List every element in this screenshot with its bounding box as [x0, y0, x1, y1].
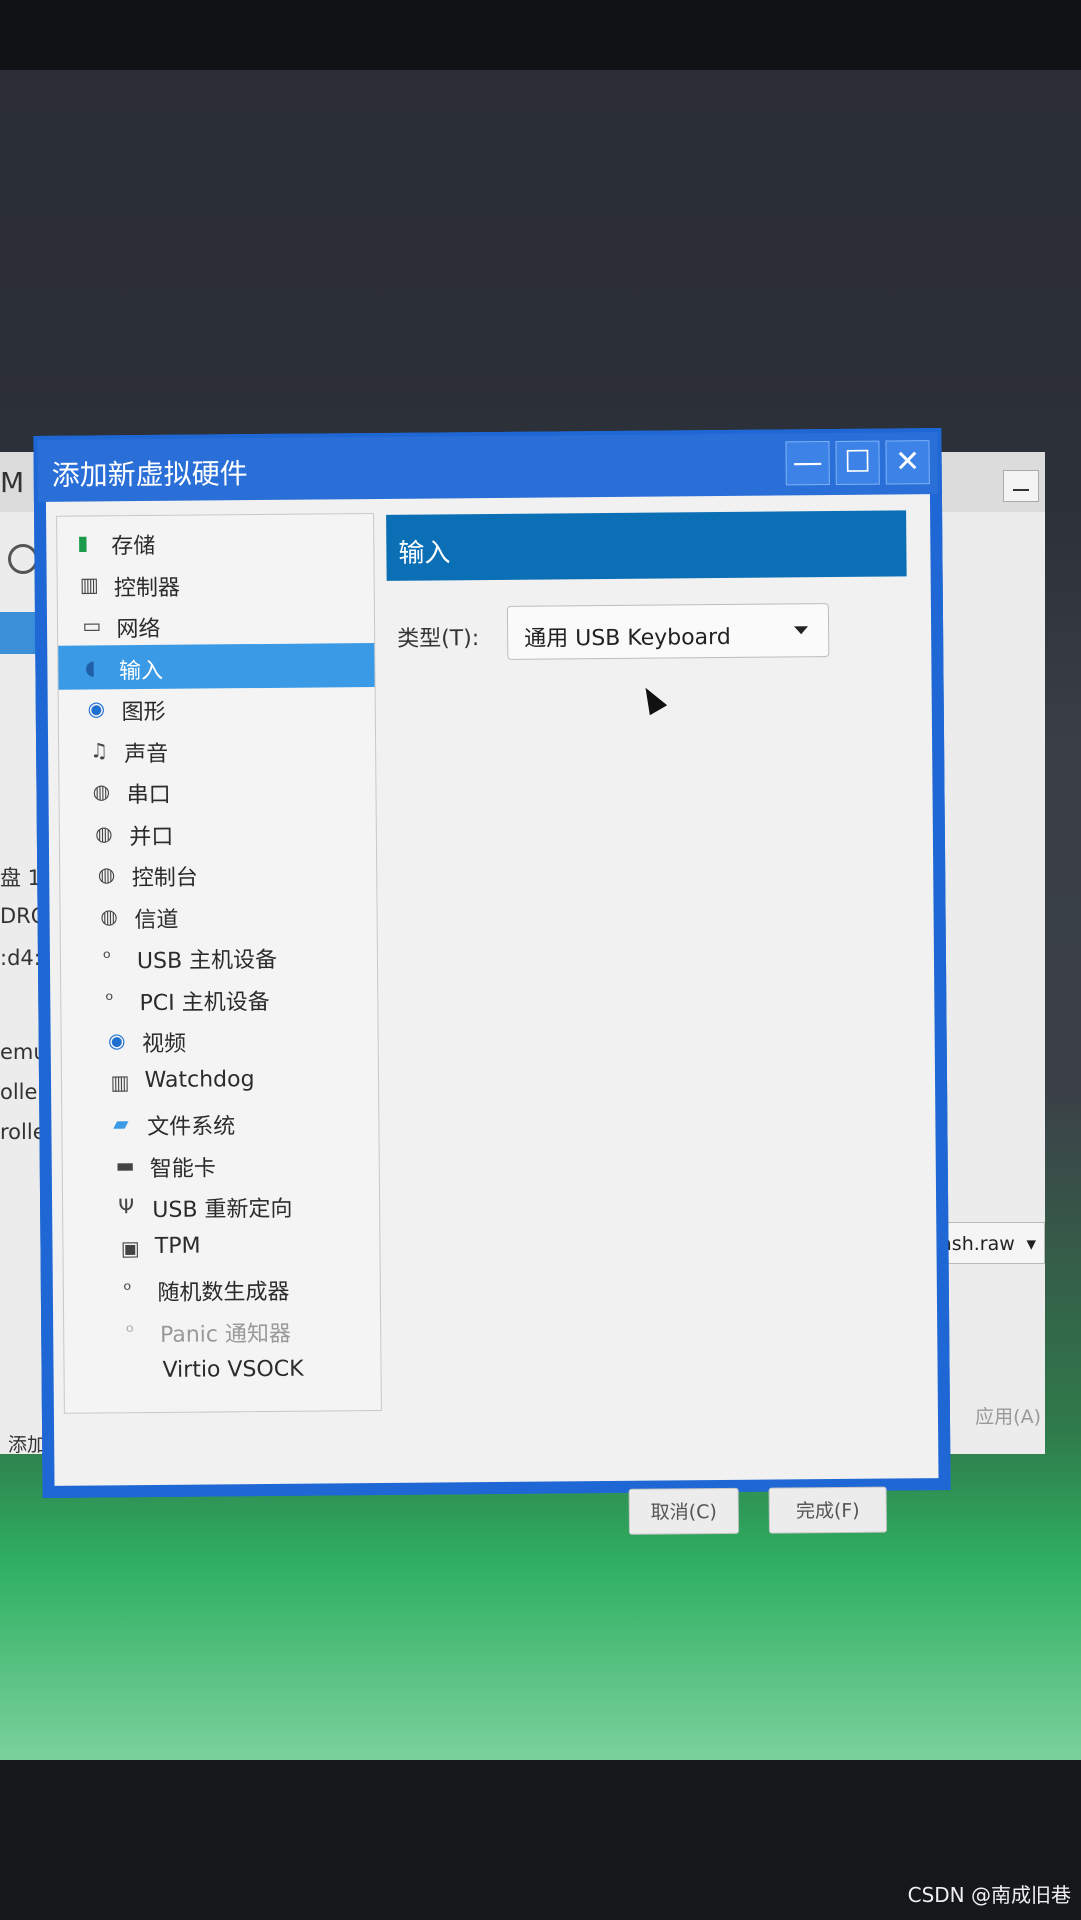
maximize-icon: ☐: [844, 444, 872, 480]
vsock-icon: [128, 1361, 150, 1383]
sidebar-item-usb-host[interactable]: ᵒ USB 主机设备: [61, 933, 377, 980]
cancel-button[interactable]: 取消(C): [628, 1487, 739, 1535]
tpm-icon: ▣: [120, 1235, 140, 1260]
sidebar-item-panic[interactable]: ᵒ Panic 通知器: [64, 1306, 380, 1353]
sidebar-item-label: 输入: [118, 658, 164, 684]
close-button[interactable]: ✕: [885, 440, 930, 485]
sidebar-item-label: USB 重新定向: [152, 1196, 293, 1223]
console-icon: ◍: [97, 862, 116, 887]
controller-icon: ▥: [79, 571, 99, 597]
sidebar-item-label: 并口: [129, 824, 174, 850]
sidebar-item-folder[interactable]: ▰ 文件系统: [62, 1099, 378, 1146]
sidebar-item-label: 控制器: [113, 575, 181, 601]
pci-host-icon: ᵒ: [105, 986, 114, 1011]
sidebar-item-watchdog[interactable]: ▥ Watchdog: [62, 1058, 378, 1105]
sidebar-item-label: 随机数生成器: [157, 1279, 290, 1306]
rng-icon: ᵒ: [123, 1277, 132, 1302]
sidebar-item-mouse[interactable]: ◖ 输入: [58, 642, 375, 690]
sidebar-item-video[interactable]: ◉ 视频: [61, 1016, 377, 1063]
sound-icon: ♫: [90, 737, 109, 762]
sidebar-item-label: 控制台: [131, 865, 198, 892]
mouse-icon: ◖: [84, 654, 96, 680]
sidebar-item-label: 网络: [116, 616, 161, 643]
sidebar-item-label: TPM: [154, 1233, 201, 1259]
sidebar-item-label: Virtio VSOCK: [162, 1356, 304, 1383]
sidebar-item-label: 串口: [126, 782, 171, 809]
display-icon: ◉: [87, 696, 106, 721]
watermark: CSDN @南成旧巷: [907, 1883, 1071, 1907]
sidebar-item-label: 文件系统: [147, 1114, 236, 1141]
panic-icon: ᵒ: [125, 1318, 135, 1343]
sidebar-item-sound[interactable]: ♫ 声音: [59, 726, 375, 773]
network-icon: ▭: [82, 613, 102, 638]
input-type-value: 通用 USB Keyboard: [524, 624, 731, 652]
sidebar-item-label: 声音: [124, 741, 169, 767]
sidebar-item-label: 智能卡: [149, 1155, 216, 1182]
sidebar-item-label: Watchdog: [144, 1066, 255, 1093]
minimize-button[interactable]: —: [785, 441, 830, 486]
parallel-icon: ◍: [95, 820, 113, 845]
sidebar-item-usb-redirect[interactable]: Ψ USB 重新定向: [63, 1182, 379, 1229]
panel-header: 输入: [386, 510, 907, 581]
sidebar-item-label: 图形: [121, 699, 166, 726]
sidebar-item-label: 视频: [141, 1031, 187, 1058]
sidebar-item-tpm[interactable]: ▣ TPM: [63, 1223, 379, 1270]
sidebar-item-channel[interactable]: ◍ 信道: [60, 892, 376, 939]
sidebar-item-label: 信道: [134, 907, 179, 933]
background-title: M: [0, 466, 25, 499]
type-label: 类型(T):: [397, 626, 480, 652]
sidebar-item-vsock[interactable]: Virtio VSOCK: [64, 1348, 380, 1395]
sidebar-item-label: PCI 主机设备: [139, 989, 270, 1016]
sidebar-item-serial[interactable]: ◍ 串口: [59, 767, 375, 814]
sidebar-item-pci-host[interactable]: ᵒ PCI 主机设备: [61, 975, 377, 1022]
sidebar-item-parallel[interactable]: ◍ 并口: [60, 809, 376, 856]
input-type-select[interactable]: 通用 USB Keyboard: [506, 603, 830, 660]
chevron-down-icon: [794, 626, 809, 635]
sidebar-item-controller[interactable]: ▥ 控制器: [57, 560, 373, 607]
sidebar-item-console[interactable]: ◍ 控制台: [60, 850, 376, 897]
hardware-type-list: ▮ 存储 ▥ 控制器 ▭ 网络 ◖ 输入 ◉ 图形 ♫ 声音 ◍ 串口 ◍ 并口 ◍ 控制台 ◍ 信道 ᵒ USB 主机设…: [56, 513, 382, 1414]
background-list-item[interactable]: 盘 1: [0, 862, 41, 892]
dialog-body: ▮ 存储 ▥ 控制器 ▭ 网络 ◖ 输入 ◉ 图形 ♫ 声音 ◍ 串口 ◍ 并口 ◍ 控制台 ◍ 信道 ᵒ USB 主机设…: [45, 494, 939, 1535]
folder-icon: ▰: [113, 1111, 129, 1136]
sidebar-item-label: Panic 通知器: [159, 1321, 292, 1348]
sidebar-item-storage[interactable]: ▮ 存储: [57, 518, 373, 565]
smartcard-icon: ▬: [115, 1152, 135, 1177]
sidebar-item-rng[interactable]: ᵒ 随机数生成器: [64, 1265, 380, 1312]
add-hardware-dialog: 添加新虚拟硬件 — ☐ ✕ ▮ 存储 ▥ 控制器 ▭ 网络 ◖ 输入 ◉ 图形 ♫ 声音 ◍ 串口 ◍ 并口 ◍…: [33, 428, 951, 1535]
background-minimize-button[interactable]: [1003, 470, 1039, 502]
close-icon: ✕: [894, 444, 921, 480]
sidebar-item-label: USB 主机设备: [136, 947, 278, 975]
finish-button[interactable]: 完成(F): [768, 1486, 887, 1534]
dialog-titlebar[interactable]: 添加新虚拟硬件 — ☐ ✕: [37, 432, 938, 502]
usb-redirect-icon: Ψ: [118, 1194, 135, 1219]
storage-icon: ▮: [77, 530, 89, 555]
serial-icon: ◍: [92, 779, 111, 804]
channel-icon: ◍: [100, 903, 118, 928]
monitor-bezel-top: [0, 0, 1081, 72]
sidebar-item-smartcard[interactable]: ▬ 智能卡: [63, 1140, 379, 1187]
watchdog-icon: ▥: [110, 1069, 130, 1094]
apply-button[interactable]: 应用(A): [975, 1402, 1041, 1429]
sidebar-item-network[interactable]: ▭ 网络: [58, 601, 374, 648]
video-icon: ◉: [107, 1028, 126, 1053]
maximize-button[interactable]: ☐: [835, 440, 880, 485]
panel-header-title: 输入: [398, 538, 451, 569]
usb-host-icon: ᵒ: [102, 945, 112, 970]
dialog-title: 添加新虚拟硬件: [51, 457, 248, 492]
sidebar-item-display[interactable]: ◉ 图形: [59, 684, 375, 731]
chevron-down-icon: ▾: [1026, 1233, 1036, 1255]
sidebar-item-label: 存储: [111, 533, 156, 560]
minimize-icon: —: [792, 445, 823, 481]
